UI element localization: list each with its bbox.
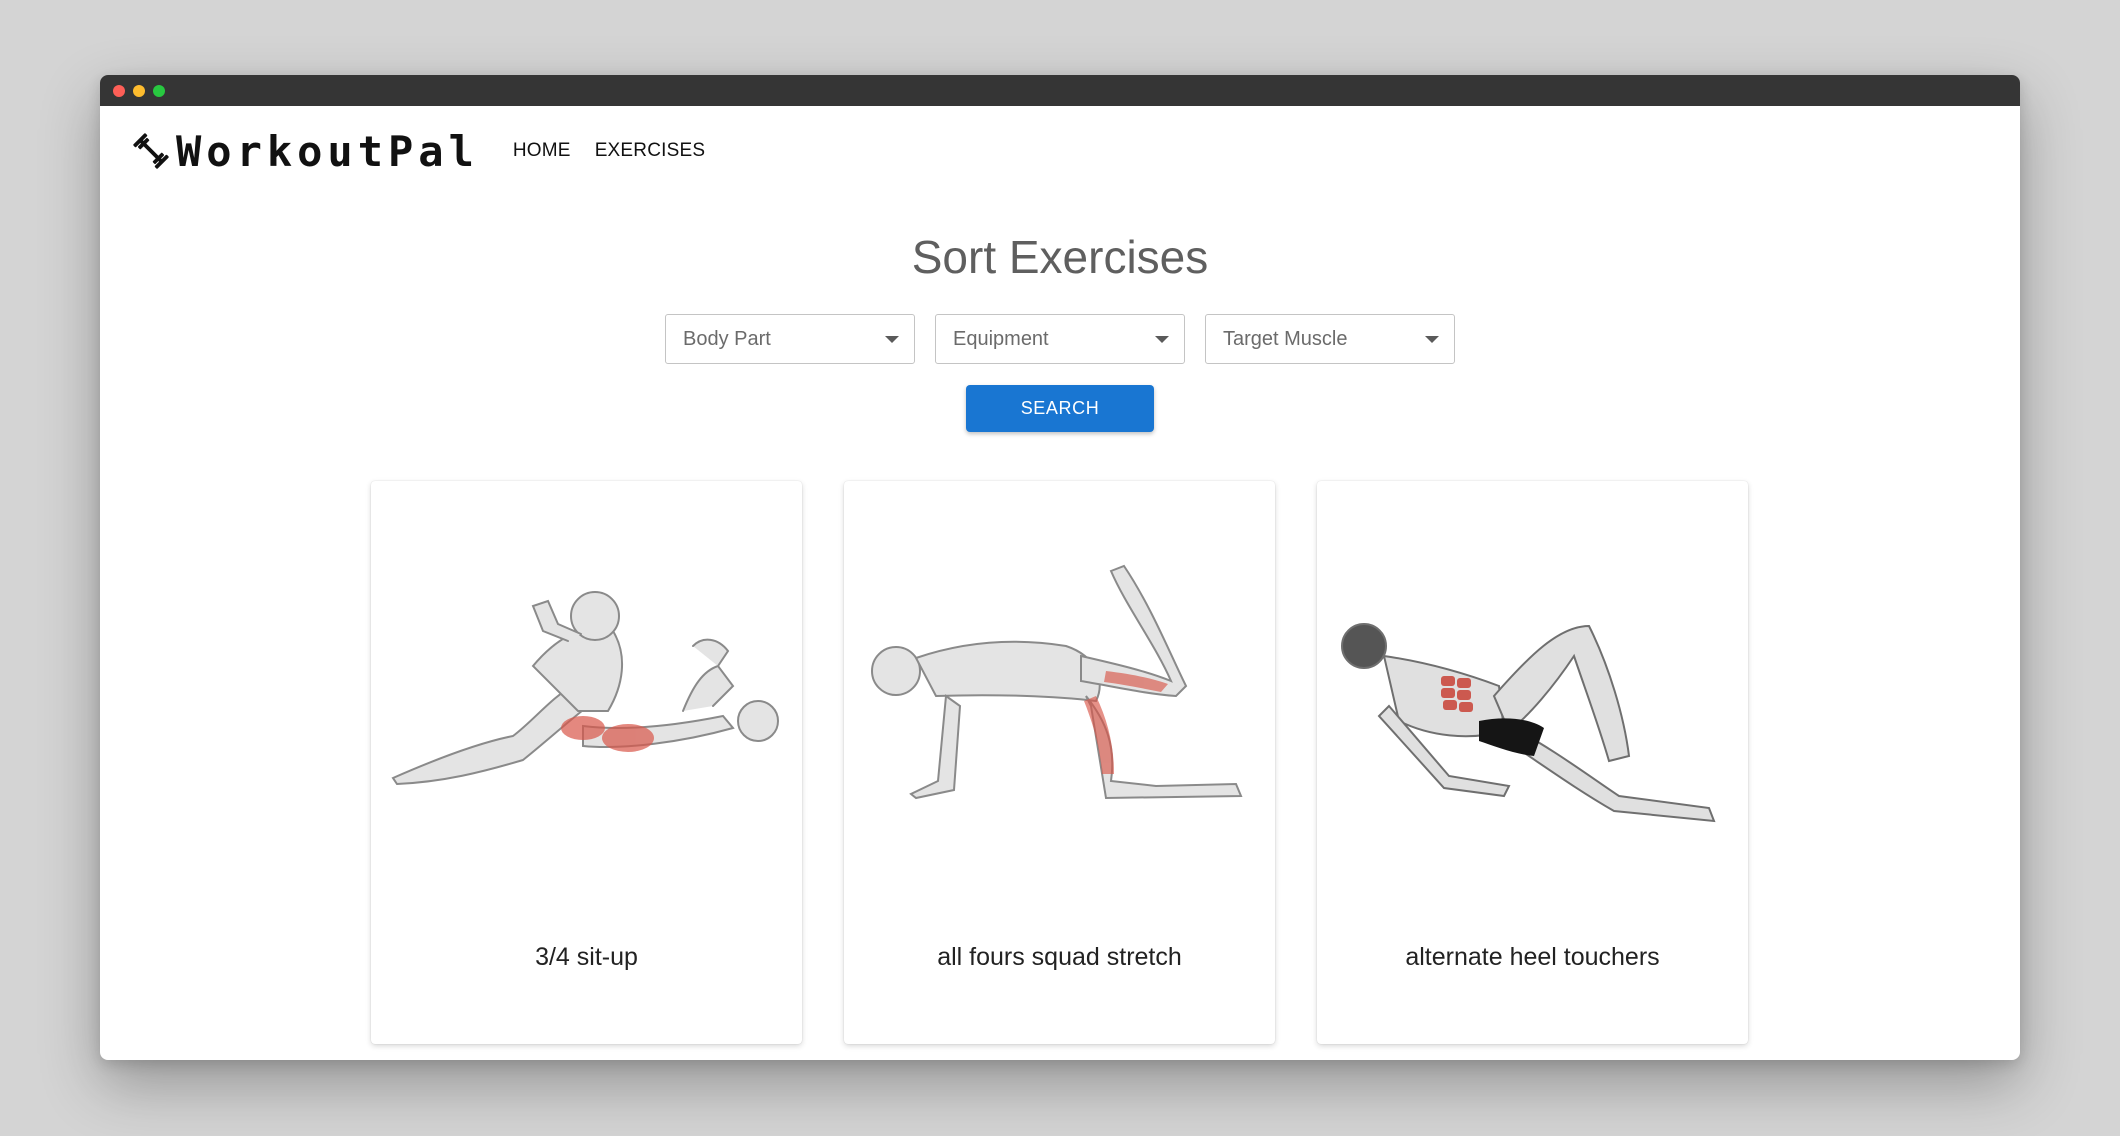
exercise-name: 3/4 sit-up (535, 943, 638, 971)
equipment-select[interactable]: Equipment (935, 314, 1185, 364)
browser-window: WorkoutPal HOME EXERCISES Sort Exercises… (100, 75, 2020, 1060)
exercise-name: all fours squad stretch (937, 943, 1182, 971)
nav-link-home[interactable]: HOME (513, 140, 571, 162)
target-muscle-label: Target Muscle (1223, 327, 1348, 350)
target-muscle-select[interactable]: Target Muscle (1205, 314, 1455, 364)
body-part-label: Body Part (683, 327, 771, 350)
squad-stretch-illustration (871, 564, 1243, 800)
window-titlebar (100, 75, 2020, 106)
brand-logo[interactable]: WorkoutPal (132, 127, 479, 176)
sit-up-illustration (391, 591, 779, 786)
exercise-card[interactable]: all fours squad stretch (844, 481, 1275, 1044)
dumbbell-icon (133, 133, 169, 169)
page-title: Sort Exercises (911, 231, 1209, 283)
dropdown-arrow-icon (885, 335, 899, 343)
dropdown-arrow-icon (1155, 335, 1169, 343)
heel-touchers-illustration (1341, 623, 1716, 823)
exercise-card-grid: 3/4 sit-up all fours squad stretch alter… (371, 481, 1748, 1044)
brand-name: WorkoutPal (176, 126, 479, 176)
nav-links: HOME EXERCISES (513, 140, 729, 162)
body-part-select[interactable]: Body Part (665, 314, 915, 364)
minimize-window-dot[interactable] (133, 84, 145, 97)
exercise-card[interactable]: 3/4 sit-up (371, 481, 802, 1044)
search-button[interactable]: SEARCH (966, 385, 1154, 432)
navbar: WorkoutPal HOME EXERCISES (100, 106, 2020, 196)
nav-link-exercises[interactable]: EXERCISES (595, 140, 706, 162)
exercise-card[interactable]: alternate heel touchers (1317, 481, 1748, 1044)
dropdown-arrow-icon (1425, 335, 1439, 343)
close-window-dot[interactable] (113, 84, 125, 97)
filter-bar: Body Part Equipment Target Muscle (100, 314, 2020, 364)
exercise-name: alternate heel touchers (1405, 943, 1660, 971)
maximize-window-dot[interactable] (153, 84, 165, 97)
equipment-label: Equipment (953, 327, 1049, 350)
